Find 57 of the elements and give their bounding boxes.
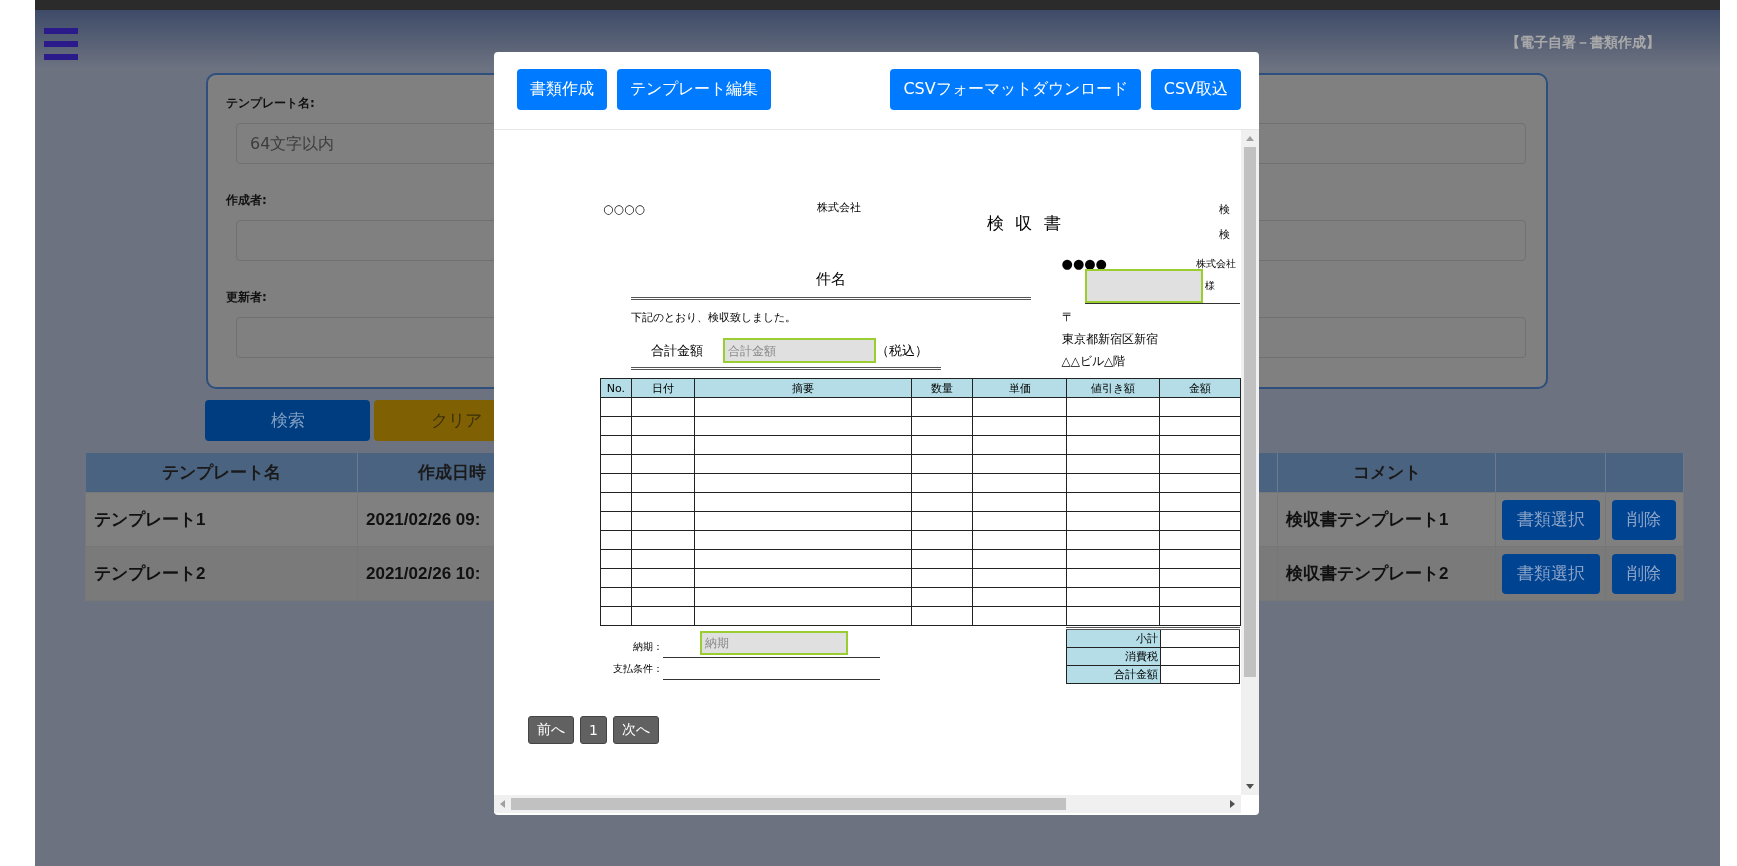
- column-header: 摘要: [694, 378, 912, 398]
- column-header: No.: [600, 378, 632, 398]
- toolbar-button[interactable]: CSVフォーマットダウンロード: [890, 69, 1141, 110]
- right-arrow-icon[interactable]: [1230, 800, 1235, 808]
- sender-name: ○○○○: [602, 202, 646, 216]
- delete-button[interactable]: 削除: [1612, 553, 1676, 594]
- address-line: △△ビル△階: [1061, 353, 1127, 370]
- payment-terms-label: 支払条件：: [612, 662, 663, 676]
- column-header: 単価: [972, 378, 1067, 398]
- select-document-button[interactable]: 書類選択: [1502, 553, 1600, 594]
- recipient-field[interactable]: [1084, 269, 1203, 303]
- vertical-scrollbar[interactable]: [1241, 130, 1259, 795]
- column-header: コメント: [1277, 453, 1496, 493]
- stamp-label: 検: [1219, 227, 1230, 242]
- toolbar-button[interactable]: 書類作成: [517, 69, 607, 110]
- recipient-name: ●●●●: [1061, 256, 1107, 271]
- field-label: 更新者:: [226, 289, 267, 305]
- menu-icon[interactable]: [44, 28, 78, 60]
- address-line: 東京都新宿区新宿: [1061, 331, 1159, 348]
- left-arrow-icon[interactable]: [500, 800, 505, 808]
- column-header: 金額: [1159, 378, 1241, 398]
- delivery-field[interactable]: 納期: [700, 631, 848, 655]
- page-number-button[interactable]: 1: [580, 716, 607, 744]
- company-label: 株式会社: [817, 200, 862, 215]
- field-label: 作成者:: [226, 192, 267, 208]
- search-button[interactable]: 検索: [205, 400, 370, 441]
- subject-label: 件名: [814, 270, 847, 290]
- toolbar-button[interactable]: CSV取込: [1150, 69, 1241, 110]
- tax-note: （税込）: [876, 341, 928, 360]
- delete-button[interactable]: 削除: [1612, 499, 1676, 540]
- column-header: 日付: [631, 378, 695, 398]
- horizontal-scrollbar[interactable]: [494, 795, 1241, 813]
- up-arrow-icon[interactable]: [1246, 136, 1254, 141]
- table-cell: テンプレート1: [85, 492, 358, 547]
- app-title: 【電子自署－書類作成】: [1506, 34, 1660, 52]
- table-cell: 検収書テンプレート2: [1277, 546, 1496, 601]
- column-header: テンプレート名: [85, 453, 358, 493]
- delivery-label: 納期：: [632, 640, 663, 654]
- previous-page-button[interactable]: 前へ: [528, 716, 574, 744]
- total-amount-field[interactable]: 合計金額: [723, 338, 876, 363]
- column-header: 数量: [911, 378, 973, 398]
- stamp-label: 検: [1219, 202, 1230, 217]
- intro-text: 下記のとおり、検収致しました。: [631, 310, 797, 325]
- toolbar-button[interactable]: テンプレート編集: [617, 69, 771, 110]
- summary-label: 小計: [1066, 628, 1161, 648]
- field-label: テンプレート名:: [226, 95, 315, 111]
- total-label: 合計金額: [651, 341, 704, 360]
- column-header: 値引き額: [1066, 378, 1160, 398]
- select-document-button[interactable]: 書類選択: [1502, 499, 1600, 540]
- company-label: 株式会社: [1196, 257, 1236, 271]
- next-page-button[interactable]: 次へ: [612, 716, 659, 744]
- honorific-label: 様: [1204, 279, 1215, 293]
- down-arrow-icon[interactable]: [1246, 784, 1254, 789]
- table-cell: 検収書テンプレート1: [1277, 492, 1496, 547]
- document-title: 検 収 書: [987, 212, 1062, 235]
- table-cell: テンプレート2: [85, 546, 358, 601]
- postal-mark: 〒: [1061, 309, 1075, 326]
